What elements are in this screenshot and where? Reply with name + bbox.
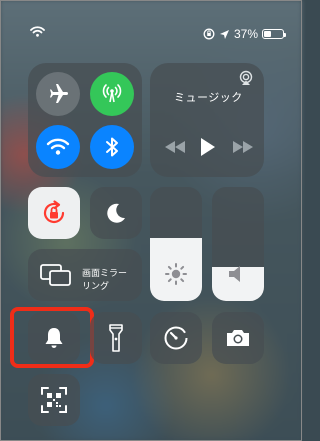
music-module[interactable] [150, 63, 264, 177]
wifi-icon [46, 138, 70, 155]
rewind-icon[interactable] [164, 141, 186, 153]
battery-icon [262, 29, 286, 39]
airplane-icon [50, 84, 68, 103]
sun-icon [165, 263, 187, 285]
camera-icon [227, 330, 249, 346]
speaker-icon [229, 266, 240, 282]
antenna-icon [102, 84, 122, 103]
wifi-button[interactable] [36, 125, 80, 169]
play-icon[interactable] [200, 138, 216, 156]
status-right: 37% [203, 27, 286, 41]
bluetooth-icon [106, 137, 118, 157]
qr-scanner-button[interactable] [28, 374, 80, 426]
fast-forward-icon[interactable] [232, 141, 254, 153]
battery-level [264, 31, 271, 37]
timer-button[interactable] [150, 312, 202, 364]
do-not-disturb-button[interactable] [90, 187, 142, 239]
moon-icon [107, 203, 125, 223]
rotation-lock-icon [43, 200, 65, 224]
qr-code-icon [41, 387, 67, 413]
timer-icon [164, 326, 188, 350]
bluetooth-button[interactable] [90, 125, 134, 169]
airplane-mode-button[interactable] [36, 72, 80, 116]
orientation-lock-status-icon [203, 28, 215, 40]
rotation-lock-button[interactable] [28, 187, 80, 239]
highlight-box [10, 307, 94, 368]
flashlight-button[interactable] [90, 312, 142, 364]
flashlight-icon [109, 324, 123, 352]
camera-button[interactable] [212, 312, 264, 364]
volume-slider[interactable] [212, 187, 264, 301]
battery-percent: 37% [233, 27, 258, 41]
airplay-icon[interactable] [238, 70, 254, 86]
status-bar: 37% [0, 0, 302, 41]
brightness-slider[interactable] [150, 187, 202, 301]
location-status-icon [219, 29, 229, 39]
cellular-data-button[interactable] [90, 72, 134, 116]
connectivity-module [28, 63, 142, 177]
wifi-status-icon [30, 26, 45, 37]
screen-mirroring-icon [40, 264, 71, 286]
music-title: ミュージック [174, 92, 243, 104]
screen-mirroring-label: 画面ミラー リング [82, 268, 128, 291]
